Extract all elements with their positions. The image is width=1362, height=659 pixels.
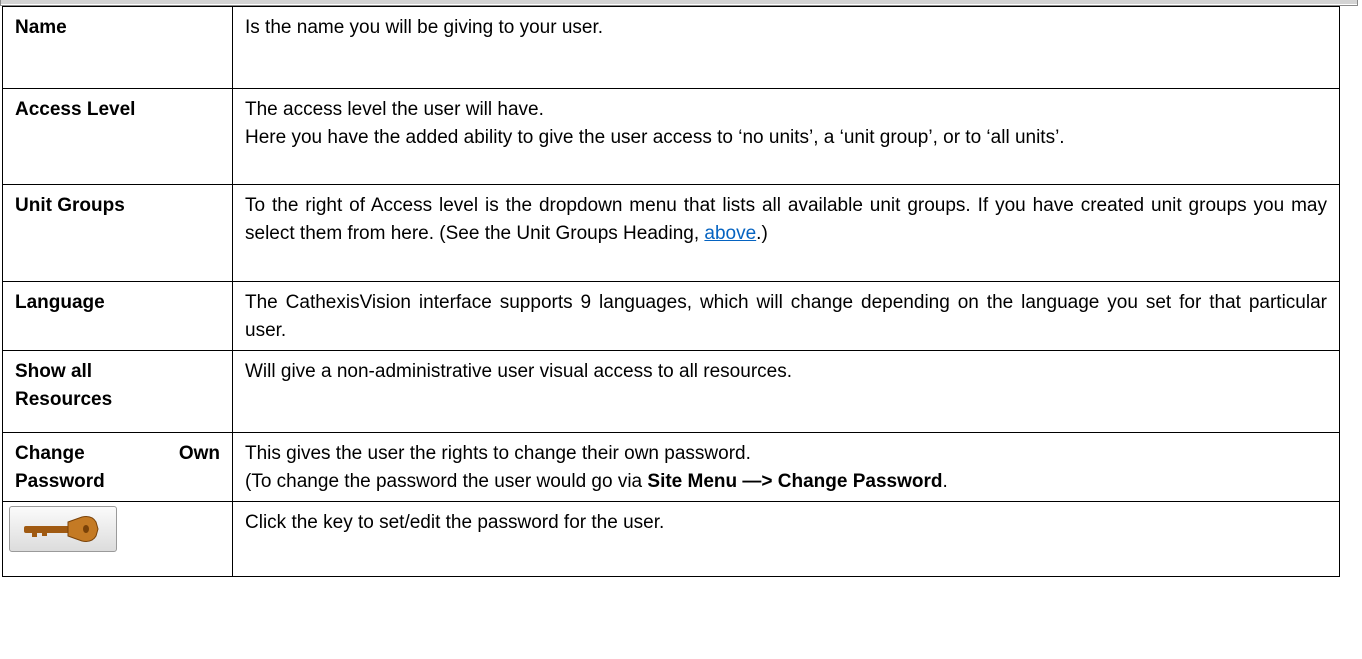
term-show-all-resources: Show all Resources xyxy=(2,350,233,433)
term-name: Name xyxy=(2,6,233,89)
desc-key: Click the key to set/edit the password f… xyxy=(232,501,1340,577)
key-icon[interactable] xyxy=(9,506,117,552)
table-row: Access Level The access level the user w… xyxy=(2,88,1340,185)
desc-text: To the right of Access level is the drop… xyxy=(245,195,1327,244)
table-row: Click the key to set/edit the password f… xyxy=(2,501,1340,577)
term-line: Password xyxy=(15,471,105,492)
table-row: Unit Groups To the right of Access level… xyxy=(2,184,1340,282)
menu-path: Site Menu —> Change Password xyxy=(647,471,943,492)
table-row: Language The CathexisVision interface su… xyxy=(2,281,1340,351)
table-row: Change Own Password This gives the user … xyxy=(2,432,1340,502)
table-row: Show all Resources Will give a non-admin… xyxy=(2,350,1340,433)
desc-change-own-password: This gives the user the rights to change… xyxy=(232,432,1340,502)
desc-language: The CathexisVision interface supports 9 … xyxy=(232,281,1340,351)
term-change-own-password: Change Own Password xyxy=(2,432,233,502)
desc-unit-groups: To the right of Access level is the drop… xyxy=(232,184,1340,282)
above-link[interactable]: above xyxy=(704,223,756,244)
desc-text: .) xyxy=(756,223,768,244)
desc-line: The access level the user will have. xyxy=(245,99,544,120)
term-key-icon-cell xyxy=(2,501,233,577)
term-line: Change Own xyxy=(15,443,220,464)
desc-line: (To change the password the user would g… xyxy=(245,471,948,492)
desc-show-all-resources: Will give a non-administrative user visu… xyxy=(232,350,1340,433)
term-line: Show all xyxy=(15,361,93,382)
table-row: Name Is the name you will be giving to y… xyxy=(2,6,1340,89)
desc-line: This gives the user the rights to change… xyxy=(245,443,751,464)
term-line: Resources xyxy=(15,389,113,410)
term-unit-groups: Unit Groups xyxy=(2,184,233,282)
term-access-level: Access Level xyxy=(2,88,233,185)
desc-access-level: The access level the user will have. Her… xyxy=(232,88,1340,185)
term-language: Language xyxy=(2,281,233,351)
user-settings-table: Name Is the name you will be giving to y… xyxy=(2,6,1340,577)
desc-line: Here you have the added ability to give … xyxy=(245,127,1065,148)
desc-name: Is the name you will be giving to your u… xyxy=(232,6,1340,89)
